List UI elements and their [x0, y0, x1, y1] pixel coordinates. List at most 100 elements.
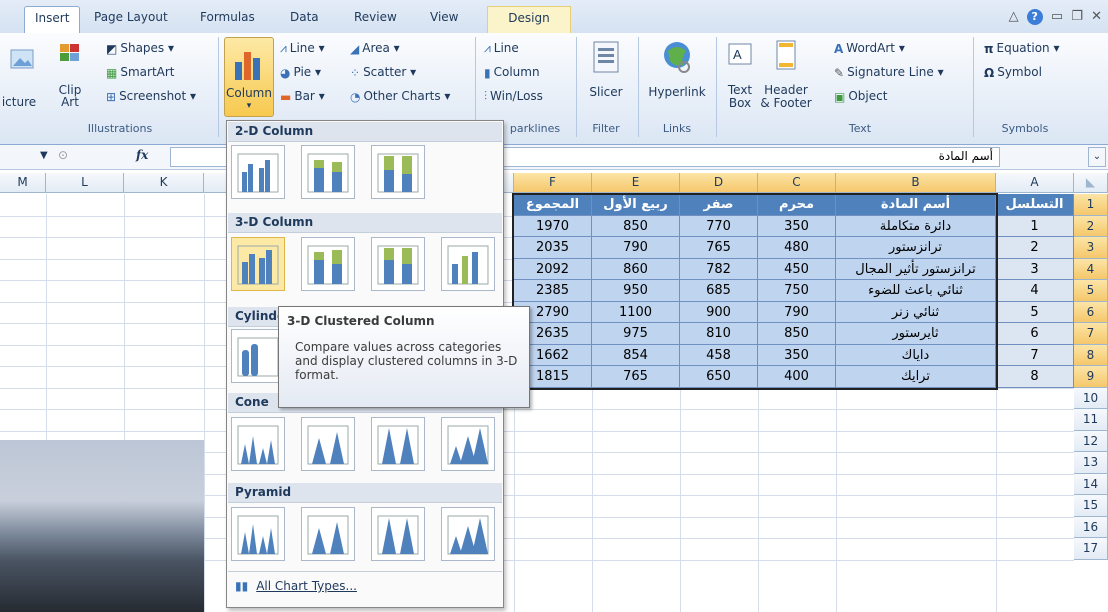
row-header[interactable]: 3	[1074, 237, 1108, 259]
table-header-cell[interactable]: المجموع	[514, 194, 592, 216]
100-stacked-column-thumbnail[interactable]	[371, 145, 425, 199]
row-header[interactable]: 7	[1074, 323, 1108, 345]
sparkline-line-button[interactable]: ⩘ Line	[484, 41, 519, 56]
select-all-corner[interactable]: ◣	[1074, 173, 1108, 193]
table-cell[interactable]: 450	[758, 258, 836, 280]
table-cell[interactable]: 950	[592, 280, 680, 302]
row-header[interactable]: 5	[1074, 280, 1108, 302]
column-header-e[interactable]: E	[592, 173, 680, 193]
minimize-icon[interactable]: ▭	[1051, 9, 1063, 24]
cylinder-thumbnail[interactable]	[231, 329, 285, 383]
landscape-photo[interactable]	[0, 440, 204, 612]
table-cell[interactable]: 860	[592, 258, 680, 280]
table-cell[interactable]: 8	[996, 366, 1074, 388]
textbox-button[interactable]: A Text Box	[722, 39, 758, 110]
table-cell[interactable]: 854	[592, 344, 680, 366]
tab-insert[interactable]: Insert	[24, 6, 81, 34]
table-cell[interactable]: 350	[758, 215, 836, 237]
table-cell[interactable]: ترايك	[836, 366, 996, 388]
table-cell[interactable]: ترانزستور	[836, 237, 996, 259]
table-cell[interactable]: 1100	[592, 301, 680, 323]
table-cell[interactable]: 975	[592, 323, 680, 345]
table-cell[interactable]: 480	[758, 237, 836, 259]
table-cell[interactable]: 765	[592, 366, 680, 388]
column-header-k[interactable]: K	[124, 173, 204, 193]
tab-review[interactable]: Review	[344, 6, 407, 34]
3d-pyramid-thumbnail[interactable]	[441, 507, 495, 561]
smartart-button[interactable]: ▦ SmartArt	[106, 65, 175, 80]
table-cell[interactable]: 790	[758, 301, 836, 323]
table-header-cell[interactable]: محرم	[758, 194, 836, 216]
table-cell[interactable]: 6	[996, 323, 1074, 345]
tab-formulas[interactable]: Formulas	[190, 6, 265, 34]
table-cell[interactable]: 2385	[514, 280, 592, 302]
slicer-button[interactable]: Slicer	[584, 39, 628, 99]
column-header-a[interactable]: A	[996, 173, 1074, 193]
table-cell[interactable]: 5	[996, 301, 1074, 323]
restore-icon[interactable]: ❐	[1071, 9, 1083, 24]
tab-design[interactable]: Design	[487, 6, 571, 34]
table-cell[interactable]: 458	[680, 344, 758, 366]
signature-line-button[interactable]: ✎ Signature Line ▾	[834, 65, 944, 80]
100-stacked-pyramid-thumbnail[interactable]	[371, 507, 425, 561]
scatter-chart-button[interactable]: ⁘ Scatter ▾	[350, 65, 416, 80]
help-icon[interactable]: ?	[1026, 9, 1043, 25]
table-cell[interactable]: 4	[996, 280, 1074, 302]
row-header[interactable]: 11	[1074, 409, 1108, 431]
expand-formula-icon[interactable]: ⌄	[1088, 147, 1106, 167]
picture-button[interactable]: icture	[2, 47, 42, 109]
table-cell[interactable]: دائرة متكاملة	[836, 215, 996, 237]
namebox-dropdown-icon[interactable]: ▼	[40, 150, 48, 161]
all-chart-types-item[interactable]: ▮▮ All Chart Types...	[235, 579, 499, 603]
table-cell[interactable]: 7	[996, 344, 1074, 366]
table-cell[interactable]: 810	[680, 323, 758, 345]
table-cell[interactable]: 400	[758, 366, 836, 388]
row-header[interactable]: 6	[1074, 301, 1108, 323]
column-header-d[interactable]: D	[680, 173, 758, 193]
row-header[interactable]: 13	[1074, 452, 1108, 474]
shapes-button[interactable]: ◩ Shapes ▾	[106, 41, 174, 56]
table-cell[interactable]: 900	[680, 301, 758, 323]
stacked-cone-thumbnail[interactable]	[301, 417, 355, 471]
table-header-cell[interactable]: التسلسل	[996, 194, 1074, 216]
table-cell[interactable]: 850	[592, 215, 680, 237]
row-header[interactable]: 15	[1074, 495, 1108, 517]
pie-chart-button[interactable]: ◕ Pie ▾	[280, 65, 321, 80]
3d-column-thumbnail[interactable]	[441, 237, 495, 291]
row-header[interactable]: 1	[1074, 194, 1108, 216]
other-charts-button[interactable]: ◔ Other Charts ▾	[350, 89, 450, 104]
header-footer-button[interactable]: Header & Footer	[760, 39, 812, 110]
sparkline-winloss-button[interactable]: ⫶ Win/Loss	[484, 89, 543, 104]
tab-page-layout[interactable]: Page Layout	[84, 6, 178, 34]
column-header-c[interactable]: C	[758, 173, 836, 193]
row-header[interactable]: 12	[1074, 430, 1108, 452]
table-cell[interactable]: ثايرستور	[836, 323, 996, 345]
row-header[interactable]: 4	[1074, 258, 1108, 280]
clip-art-button[interactable]: Clip Art	[50, 41, 90, 108]
3d-100-stacked-column-thumbnail[interactable]	[371, 237, 425, 291]
column-header-l[interactable]: L	[46, 173, 124, 193]
row-header[interactable]: 10	[1074, 387, 1108, 409]
fx-icon[interactable]: fx	[136, 148, 148, 162]
tab-data[interactable]: Data	[280, 6, 329, 34]
row-header[interactable]: 2	[1074, 215, 1108, 237]
column-header-f[interactable]: F	[514, 173, 592, 193]
table-cell[interactable]: 2092	[514, 258, 592, 280]
sparkline-column-button[interactable]: ▮ Column	[484, 65, 540, 80]
clustered-cone-thumbnail[interactable]	[231, 417, 285, 471]
column-header-b[interactable]: B	[836, 173, 996, 193]
table-cell[interactable]: 685	[680, 280, 758, 302]
stacked-column-thumbnail[interactable]	[301, 145, 355, 199]
row-header[interactable]: 17	[1074, 538, 1108, 560]
table-cell[interactable]: ثنائي زنر	[836, 301, 996, 323]
table-cell[interactable]: داياك	[836, 344, 996, 366]
table-header-cell[interactable]: ربيع الأول	[592, 194, 680, 216]
area-chart-button[interactable]: ◢ Area ▾	[350, 41, 400, 56]
table-header-cell[interactable]: أسم المادة	[836, 194, 996, 216]
column-chart-button[interactable]: Column ▾	[224, 37, 274, 117]
cancel-icon[interactable]: ⊙	[58, 148, 68, 162]
symbol-button[interactable]: Ω Symbol	[984, 65, 1042, 80]
3d-stacked-column-thumbnail[interactable]	[301, 237, 355, 291]
object-button[interactable]: ▣ Object	[834, 89, 887, 104]
table-cell[interactable]: 1	[996, 215, 1074, 237]
